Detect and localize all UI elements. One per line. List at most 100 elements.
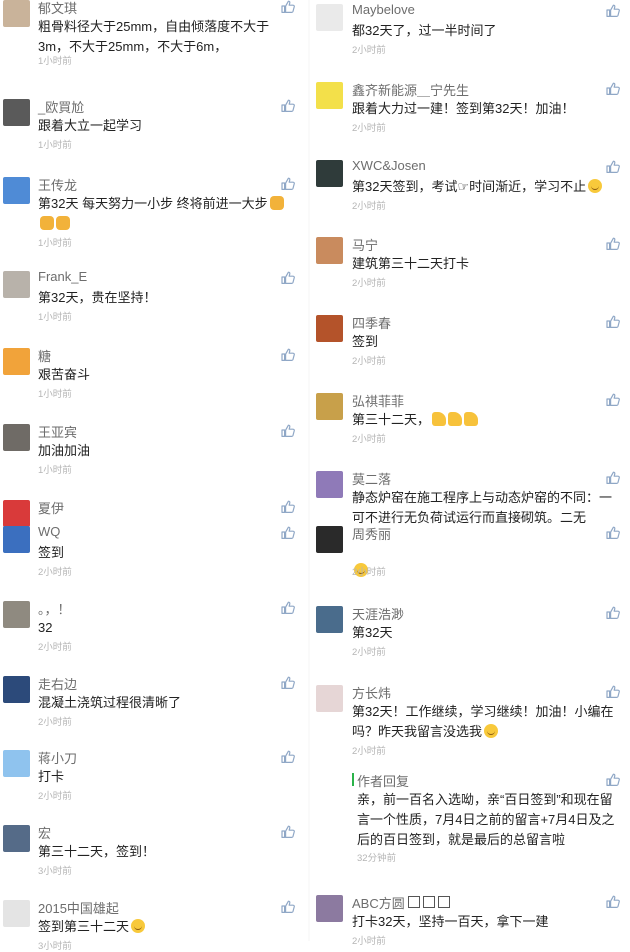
comment-author[interactable]: 。，！ bbox=[38, 599, 71, 618]
like-thumb-icon[interactable] bbox=[606, 393, 620, 406]
comment-text: 跟着大力过一建！签到第32天！加油！ bbox=[352, 99, 618, 119]
like-thumb-icon[interactable] bbox=[606, 526, 620, 539]
comment-author[interactable]: 糖 bbox=[38, 346, 51, 365]
like-thumb-icon[interactable] bbox=[281, 424, 295, 437]
comment-author[interactable]: 天涯浩渺 bbox=[352, 604, 404, 623]
fist-emoji-icon bbox=[40, 216, 54, 230]
comment-author[interactable]: 方长炜 bbox=[352, 683, 391, 702]
like-thumb-icon[interactable] bbox=[281, 271, 295, 284]
comment-author[interactable]: ABC方圆 bbox=[352, 893, 450, 912]
user-avatar[interactable] bbox=[3, 526, 30, 553]
comment-text-content: 第三十二天，签到！ bbox=[38, 844, 156, 859]
right-comment-column: Maybelove 都32天了，过一半时间了 2小时前 鑫齐新能源＿宁先生 跟着大力过一… bbox=[314, 0, 630, 947]
user-avatar[interactable] bbox=[3, 0, 30, 27]
comment-text-content: 第32天，贵在坚持！ bbox=[38, 290, 157, 305]
user-avatar[interactable] bbox=[316, 82, 343, 109]
comment-text: 跟着大立一起学习 bbox=[38, 116, 293, 136]
comment-timestamp: 2小时前 bbox=[38, 717, 72, 728]
like-thumb-icon[interactable] bbox=[281, 526, 295, 539]
user-avatar[interactable] bbox=[316, 4, 343, 31]
like-thumb-icon[interactable] bbox=[606, 471, 620, 484]
comment-author[interactable]: 王传龙 bbox=[38, 175, 77, 194]
user-avatar[interactable] bbox=[3, 601, 30, 628]
square-glyph-icon bbox=[422, 896, 435, 908]
comment-text: 第32天 每天努力一小步 终将前进一大步 bbox=[38, 194, 293, 234]
user-avatar[interactable] bbox=[316, 315, 343, 342]
like-thumb-icon[interactable] bbox=[606, 895, 620, 908]
user-avatar[interactable] bbox=[3, 424, 30, 451]
like-thumb-icon[interactable] bbox=[606, 82, 620, 95]
comment-author[interactable]: 莫二落 bbox=[352, 469, 391, 488]
comment-timestamp: 1小时前 bbox=[38, 140, 72, 151]
comment-author[interactable]: 弘祺菲菲 bbox=[352, 391, 404, 410]
user-avatar[interactable] bbox=[316, 526, 343, 553]
comment-text: 打卡 bbox=[38, 767, 293, 787]
comment-author[interactable]: WQ bbox=[38, 524, 60, 539]
user-avatar[interactable] bbox=[3, 825, 30, 852]
comment-author[interactable]: 2015中国雄起 bbox=[38, 898, 119, 917]
user-avatar[interactable] bbox=[316, 237, 343, 264]
like-thumb-icon[interactable] bbox=[281, 825, 295, 838]
user-avatar[interactable] bbox=[3, 500, 30, 527]
comment-text: 第三十二天， bbox=[352, 410, 618, 430]
comment-author[interactable]: Frank_E bbox=[38, 269, 87, 284]
comment-author[interactable]: 马宁 bbox=[352, 235, 378, 254]
like-thumb-icon[interactable] bbox=[606, 606, 620, 619]
comment-author[interactable]: 王亚宾 bbox=[38, 422, 77, 441]
user-avatar[interactable] bbox=[3, 177, 30, 204]
like-thumb-icon[interactable] bbox=[606, 685, 620, 698]
comment-text bbox=[352, 561, 618, 581]
comment-timestamp: 2小时前 bbox=[38, 642, 72, 653]
user-avatar[interactable] bbox=[3, 900, 30, 927]
user-avatar[interactable] bbox=[3, 348, 30, 375]
comment-author[interactable]: _欧買尬 bbox=[38, 97, 84, 116]
comment-author[interactable]: 郁文琪 bbox=[38, 0, 77, 17]
comment-author[interactable]: 走右边 bbox=[38, 674, 77, 693]
flexed-arm-emoji-icon bbox=[464, 412, 479, 426]
user-avatar[interactable] bbox=[316, 160, 343, 187]
user-avatar[interactable] bbox=[3, 676, 30, 703]
comment-timestamp: 2小时前 bbox=[38, 791, 72, 802]
user-avatar[interactable] bbox=[3, 99, 30, 126]
flexed-arm-emoji-icon bbox=[448, 412, 463, 426]
user-avatar[interactable] bbox=[3, 750, 30, 777]
comment-text-content: 混凝土浇筑过程很清晰了 bbox=[38, 695, 182, 710]
user-avatar[interactable] bbox=[316, 393, 343, 420]
comment-author[interactable]: 蒋小刀 bbox=[38, 748, 77, 767]
user-avatar[interactable] bbox=[316, 895, 343, 922]
comment-author[interactable]: 夏伊 bbox=[38, 498, 64, 517]
square-glyph-icon bbox=[407, 896, 420, 908]
like-thumb-icon[interactable] bbox=[606, 315, 620, 328]
like-thumb-icon[interactable] bbox=[281, 348, 295, 361]
like-thumb-icon[interactable] bbox=[281, 750, 295, 763]
comment-author[interactable]: 鑫齐新能源＿宁先生 bbox=[352, 80, 469, 99]
user-avatar[interactable] bbox=[316, 606, 343, 633]
comment-text: 混凝土浇筑过程很清晰了 bbox=[38, 693, 293, 713]
comment-author[interactable]: 四季春 bbox=[352, 313, 391, 332]
like-thumb-icon[interactable] bbox=[281, 500, 295, 513]
like-thumb-icon[interactable] bbox=[606, 237, 620, 250]
like-thumb-icon[interactable] bbox=[281, 601, 295, 614]
like-thumb-icon[interactable] bbox=[281, 900, 295, 913]
like-thumb-icon[interactable] bbox=[606, 4, 620, 17]
like-thumb-icon[interactable] bbox=[606, 160, 620, 173]
comment-text-content: 静态炉窑在施工程序上与动态炉窑的不同：一可不进行无负荷试运行而直接砌筑。二无 bbox=[352, 490, 613, 525]
flexed-arm-emoji-icon bbox=[432, 412, 447, 426]
reply-accent-bar bbox=[352, 773, 354, 786]
comment-author[interactable]: 周秀丽 bbox=[352, 524, 391, 543]
like-thumb-icon[interactable] bbox=[281, 99, 295, 112]
like-thumb-icon[interactable] bbox=[281, 0, 295, 13]
like-thumb-icon[interactable] bbox=[281, 177, 295, 190]
comment-text: 签到 bbox=[38, 543, 293, 563]
comment-author[interactable]: XWC&Josen bbox=[352, 158, 426, 173]
user-avatar[interactable] bbox=[316, 685, 343, 712]
comment-author[interactable]: Maybelove bbox=[352, 2, 415, 17]
user-avatar[interactable] bbox=[316, 471, 343, 498]
comment-timestamp: 2小时前 bbox=[352, 356, 386, 367]
like-thumb-icon[interactable] bbox=[281, 676, 295, 689]
like-thumb-icon[interactable] bbox=[606, 773, 620, 786]
column-divider bbox=[308, 0, 310, 941]
fist-emoji-icon bbox=[269, 196, 284, 210]
comment-author[interactable]: 宏 bbox=[38, 823, 51, 842]
user-avatar[interactable] bbox=[3, 271, 30, 298]
